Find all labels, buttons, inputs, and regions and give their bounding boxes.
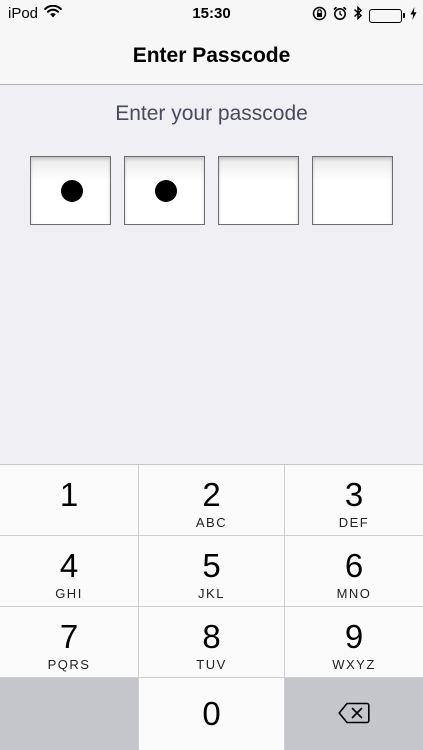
key-number: 0 [202, 695, 221, 732]
key-letters: MNO [336, 586, 372, 601]
battery-icon [369, 8, 405, 23]
key-letters: PQRS [47, 657, 91, 672]
passcode-field[interactable] [30, 156, 393, 225]
bluetooth-icon [353, 5, 363, 26]
key-blank [0, 678, 139, 750]
key-3[interactable]: 3 DEF [285, 465, 423, 536]
backspace-icon [338, 702, 370, 729]
key-9[interactable]: 9 WXYZ [285, 607, 423, 678]
key-1[interactable]: 1 [0, 465, 139, 536]
key-2[interactable]: 2 ABC [139, 465, 285, 536]
key-6[interactable]: 6 MNO [285, 536, 423, 607]
key-letters: GHI [55, 586, 83, 601]
key-7[interactable]: 7 PQRS [0, 607, 139, 678]
passcode-digit-2 [124, 156, 205, 225]
alarm-icon [333, 6, 347, 26]
key-letters: DEF [338, 515, 370, 530]
page-title: Enter Passcode [132, 44, 291, 67]
key-number: 9 [344, 618, 364, 655]
passcode-digit-4 [312, 156, 393, 225]
key-4[interactable]: 4 GHI [0, 536, 139, 607]
numeric-keypad: 1 2 ABC 3 DEF 4 GHI 5 JKL 6 MNO 7 PQRS 8… [0, 464, 423, 750]
key-letters: ABC [195, 515, 228, 530]
key-8[interactable]: 8 TUV [139, 607, 285, 678]
backspace-button[interactable] [285, 678, 423, 750]
status-bar: iPod 15:30 [0, 0, 423, 28]
key-number: 6 [344, 547, 364, 584]
key-number: 8 [202, 618, 221, 655]
key-letters: TUV [196, 657, 227, 672]
passcode-prompt: Enter your passcode [115, 102, 308, 125]
key-letters: JKL [198, 586, 225, 601]
key-5[interactable]: 5 JKL [139, 536, 285, 607]
key-number: 1 [59, 476, 79, 513]
nav-bar: Enter Passcode [0, 28, 423, 85]
key-number: 4 [59, 547, 79, 584]
rotation-lock-icon [312, 6, 327, 26]
key-number: 3 [344, 476, 364, 513]
passcode-dot [61, 180, 83, 202]
charging-icon [410, 6, 417, 25]
key-letters: WXYZ [332, 657, 376, 672]
key-number: 5 [202, 547, 221, 584]
passcode-dot [155, 180, 177, 202]
key-0[interactable]: 0 [139, 678, 285, 750]
key-number: 7 [59, 618, 79, 655]
key-number: 2 [202, 476, 221, 513]
status-right [312, 5, 417, 26]
passcode-digit-3 [218, 156, 299, 225]
passcode-digit-1 [30, 156, 111, 225]
